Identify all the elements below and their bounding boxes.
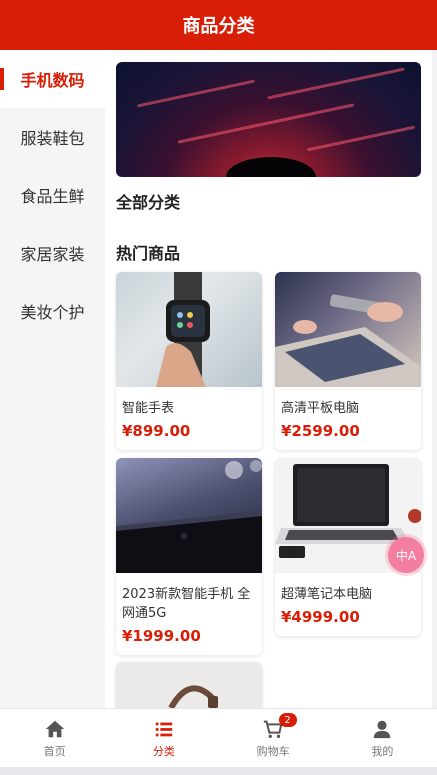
product-name: 2023新款智能手机 全网通5G [122, 587, 251, 621]
product-name: 高清平板电脑 [281, 401, 360, 416]
home-icon [45, 720, 64, 737]
sidebar-item-beauty[interactable]: 美妆个护 [0, 282, 105, 340]
tab-home[interactable]: 首页 [0, 709, 109, 767]
product-name: 智能手表 [122, 401, 175, 416]
tab-label: 购物车 [256, 744, 290, 758]
top-header: 商品分类 [0, 0, 437, 50]
product-card[interactable]: 2023新款智能手机 全网通5G ¥1999.00 [116, 458, 262, 655]
sidebar-item-clothing[interactable]: 服装鞋包 [0, 108, 105, 166]
category-sidebar: 手机数码 服装鞋包 食品生鲜 家居家装 美妆个护 [0, 50, 105, 708]
cart-badge: 2 [278, 713, 297, 727]
tree-silhouette [226, 157, 316, 177]
tab-label: 我的 [371, 744, 394, 758]
bottom-tab-bar: 首页 分类 2 购物车 我的 [0, 708, 437, 767]
promo-banner[interactable] [116, 62, 421, 177]
smartwatch-image [116, 272, 262, 387]
sidebar-item-digital[interactable]: 手机数码 [0, 50, 105, 108]
product-card[interactable]: 高清平板电脑 ¥2599.00 [275, 272, 421, 450]
sidebar-item-label: 食品生鲜 [20, 187, 85, 206]
product-card[interactable]: 智能手表 ¥899.00 [116, 272, 262, 450]
product-price: ¥899.00 [122, 422, 191, 440]
tab-label: 分类 [152, 744, 175, 758]
sidebar-item-label: 服装鞋包 [20, 129, 85, 148]
tab-category[interactable]: 分类 [109, 709, 218, 767]
product-name: 超薄笔记本电脑 [281, 587, 373, 602]
sidebar-item-food[interactable]: 食品生鲜 [0, 166, 105, 224]
product-price: ¥1999.00 [122, 627, 201, 645]
tab-cart[interactable]: 2 购物车 [219, 709, 328, 767]
tab-profile[interactable]: 我的 [328, 709, 437, 767]
user-icon [374, 720, 391, 738]
list-icon [155, 722, 173, 736]
product-price: ¥4999.00 [281, 608, 360, 626]
main-content: 全部分类 热门商品 智能手表 ¥899.00 高清平板电脑 ¥2599.00 2… [105, 50, 432, 708]
home-indicator-area [0, 767, 437, 775]
all-categories-title: 全部分类 [116, 193, 181, 212]
product-card[interactable] [116, 662, 262, 708]
hot-products-title: 热门商品 [116, 244, 181, 263]
sidebar-item-home[interactable]: 家居家装 [0, 224, 105, 282]
product-price: ¥2599.00 [281, 422, 360, 440]
tab-label: 首页 [43, 744, 66, 758]
translate-icon: 中A [395, 548, 417, 563]
smartphone-image [116, 458, 262, 573]
tablet-image [275, 272, 421, 387]
sidebar-item-label: 美妆个护 [20, 303, 85, 322]
sidebar-item-label: 家居家装 [20, 245, 85, 264]
bag-image [116, 662, 262, 708]
page-title: 商品分类 [182, 16, 255, 37]
translate-float-button[interactable]: 中A [388, 537, 424, 573]
sidebar-item-label: 手机数码 [20, 71, 85, 90]
